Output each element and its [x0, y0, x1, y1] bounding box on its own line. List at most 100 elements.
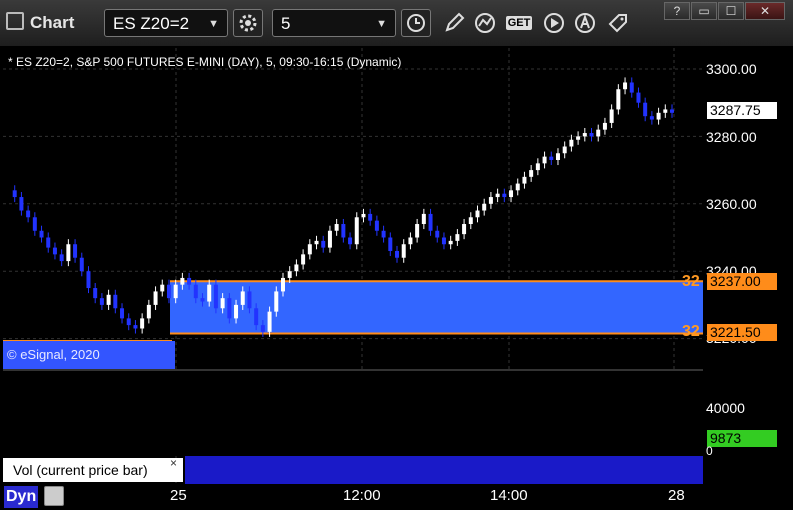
candle-body: [160, 284, 165, 292]
candle-body: [140, 318, 145, 329]
candle-body: [388, 237, 393, 251]
candle-body: [576, 136, 581, 140]
candle-body: [32, 217, 37, 231]
dynamic-button[interactable]: Dyn: [4, 486, 39, 508]
candle-body: [415, 224, 420, 238]
candle-body: [294, 264, 299, 272]
candle-body: [555, 153, 560, 160]
candle-body: [482, 203, 487, 211]
time-tick: 14:00: [490, 487, 528, 504]
candle-body: [441, 237, 446, 245]
candle-body: [93, 288, 98, 299]
candle-body: [602, 122, 607, 130]
candle-body: [488, 197, 493, 204]
candle-body: [663, 109, 668, 113]
candle-body: [234, 304, 239, 319]
candle-body: [120, 308, 125, 319]
candle-body: [321, 240, 326, 248]
candle-body: [643, 102, 648, 117]
close-icon[interactable]: ×: [170, 456, 177, 470]
candle-body: [267, 311, 272, 332]
candle-body: [428, 213, 433, 231]
lower-level-label: 32: [682, 323, 700, 340]
candle-body: [475, 210, 480, 218]
volume-pane[interactable]: [3, 372, 703, 456]
candle-body: [495, 193, 500, 198]
candle-body: [153, 291, 158, 305]
candle-body: [636, 92, 641, 103]
candle-body: [609, 109, 614, 123]
candle-body: [354, 217, 359, 245]
candle-body: [99, 298, 104, 305]
volume-current-tag: 9873: [707, 430, 777, 447]
lock-icon[interactable]: [44, 486, 64, 506]
candle-body: [509, 190, 514, 198]
chart-header-label: * ES Z20=2, S&P 500 FUTURES E-MINI (DAY)…: [8, 55, 402, 69]
candle-body: [173, 284, 178, 299]
candle-body: [468, 217, 473, 225]
candle-body: [180, 277, 185, 285]
time-tick: 28: [668, 487, 685, 504]
candle-body: [213, 284, 218, 309]
candle-body: [113, 294, 118, 309]
candle-body: [52, 247, 57, 255]
candle-body: [569, 139, 574, 147]
candle-body: [562, 146, 567, 154]
candle-body: [582, 133, 587, 137]
time-tick: 25: [170, 487, 187, 504]
candle-body: [193, 284, 198, 299]
price-tick: 3280.00: [706, 129, 757, 145]
candle-body: [287, 271, 292, 278]
candle-body: [435, 230, 440, 238]
candle-body: [39, 230, 44, 238]
candle-body: [274, 291, 279, 312]
candle-body: [395, 250, 400, 258]
candle-body: [327, 230, 332, 248]
candle-body: [623, 82, 628, 90]
candle-body: [629, 82, 634, 93]
candle-body: [314, 240, 319, 245]
upper-level-label: 32: [682, 273, 700, 290]
candle-body: [86, 271, 91, 289]
copyright-label: © eSignal, 2020: [3, 341, 175, 369]
candle-body: [455, 234, 460, 241]
price-tick: 3300.00: [706, 61, 757, 77]
candle-body: [12, 190, 17, 198]
candle-body: [254, 308, 259, 326]
candle-body: [106, 294, 111, 305]
candle-body: [66, 244, 71, 262]
candle-body: [374, 220, 379, 231]
candle-body: [616, 89, 621, 110]
volume-zero-tick: 0: [706, 444, 713, 458]
candle-body: [19, 197, 24, 211]
time-tick: 12:00: [343, 487, 381, 504]
candle-body: [334, 224, 339, 231]
candle-body: [341, 224, 346, 238]
candle-body: [207, 284, 212, 302]
candle-body: [240, 291, 245, 305]
candle-body: [542, 156, 547, 164]
candle-body: [381, 230, 386, 238]
last-price-tag: 3287.75: [707, 102, 777, 119]
candle-body: [307, 244, 312, 255]
candle-body: [401, 244, 406, 258]
candle-body: [200, 298, 205, 302]
candle-body: [448, 240, 453, 245]
lower-level-tag: 3221.50: [707, 324, 777, 341]
candle-body: [280, 277, 285, 292]
candle-body: [247, 291, 252, 309]
candle-body: [502, 193, 507, 198]
candle-body: [146, 304, 151, 319]
candle-body: [59, 254, 64, 262]
volume-study-label[interactable]: Vol (current price bar): [3, 458, 183, 482]
candle-body: [260, 325, 265, 332]
candle-body: [549, 156, 554, 160]
candle-body: [73, 244, 78, 258]
candle-body: [46, 237, 51, 248]
candle-body: [596, 129, 601, 137]
candle-body: [589, 133, 594, 137]
candle-body: [522, 176, 527, 184]
volume-tick: 40000: [706, 400, 745, 416]
candle-body: [515, 183, 520, 191]
candle-body: [535, 163, 540, 171]
